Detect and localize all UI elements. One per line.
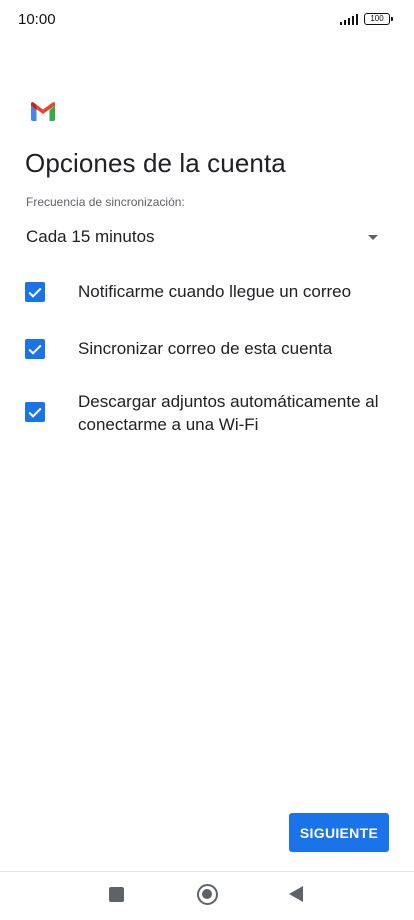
option-sync-account-mail[interactable]: Sincronizar correo de esta cuenta [25,337,395,360]
sync-frequency-dropdown[interactable]: Cada 15 minutos [26,223,384,251]
option-label: Notificarme cuando llegue un correo [78,282,352,301]
recents-square-icon[interactable] [109,887,124,902]
checkmark-icon [28,287,42,298]
gmail-logo-icon [31,102,55,121]
account-options-screen: 10:00 100 Opciones de la cuenta Frecuenc… [0,0,414,920]
battery-level: 100 [370,14,384,23]
option-label: Descargar adjuntos automáticamente al co… [78,392,379,434]
page-title: Opciones de la cuenta [25,148,286,178]
battery-icon: 100 [364,13,393,25]
checkmark-icon [28,344,42,355]
sync-checkbox[interactable] [25,339,45,359]
status-bar: 10:00 100 [0,0,414,40]
dropdown-caret-icon [368,234,378,240]
checkmark-icon [28,407,42,418]
download-attachments-checkbox[interactable] [25,402,45,422]
system-nav-bar [0,872,414,920]
back-triangle-icon[interactable] [289,886,303,902]
next-button[interactable]: SIGUIENTE [289,813,389,852]
option-download-attachments-wifi[interactable]: Descargar adjuntos automáticamente al co… [25,390,395,436]
notify-checkbox[interactable] [25,282,45,302]
home-circle-icon[interactable] [197,884,218,905]
option-notify-new-mail[interactable]: Notificarme cuando llegue un correo [25,280,395,303]
sync-frequency-label: Frecuencia de sincronización: [26,195,185,209]
signal-icon [339,13,358,25]
status-icons: 100 [339,13,393,25]
sync-frequency-value: Cada 15 minutos [26,227,155,246]
option-label: Sincronizar correo de esta cuenta [78,339,333,358]
status-time: 10:00 [18,11,56,28]
